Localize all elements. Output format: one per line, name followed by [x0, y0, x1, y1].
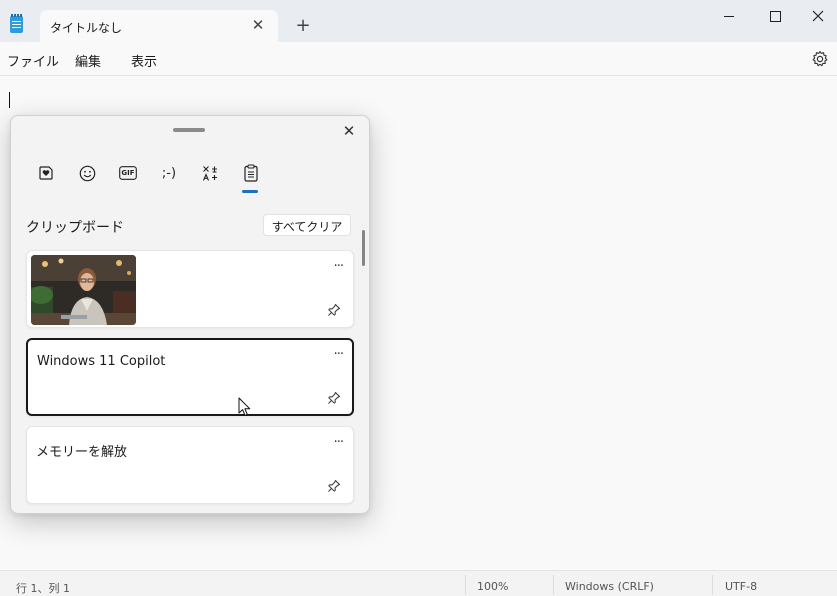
new-tab-button[interactable]: + [292, 16, 314, 38]
tab-title: タイトルなし [50, 21, 123, 35]
clear-all-button[interactable]: すべてクリア [263, 214, 351, 236]
clipboard-item-text[interactable]: メモリーを解放 ··· [26, 426, 354, 504]
menu-file[interactable]: ファイル [7, 51, 59, 70]
menu-edit[interactable]: 編集 [75, 51, 101, 70]
kaomoji-label: ;-) [161, 165, 177, 181]
status-bar: 行 1、列 1 100% Windows (CRLF) UTF-8 [0, 570, 837, 596]
more-options-icon[interactable]: ··· [334, 259, 344, 274]
status-divider [465, 575, 466, 595]
gear-icon[interactable] [811, 50, 829, 68]
status-divider [712, 575, 713, 595]
recently-used-tab[interactable] [31, 160, 61, 186]
pin-icon[interactable] [327, 303, 341, 317]
symbols-tab[interactable] [195, 160, 225, 186]
photo-image [31, 255, 136, 325]
heart-sticker-icon [39, 166, 53, 180]
cursor-position: 行 1、列 1 [16, 582, 70, 595]
mouse-pointer-icon [238, 397, 251, 416]
minimize-icon [724, 15, 734, 17]
clipboard-tab[interactable] [236, 160, 266, 186]
gif-label: GIF [121, 169, 135, 177]
minimize-button[interactable] [706, 0, 752, 32]
section-title: クリップボード [26, 220, 124, 236]
close-window-button[interactable] [798, 0, 837, 32]
more-options-icon[interactable]: ··· [334, 435, 344, 450]
emoji-tab[interactable] [72, 160, 102, 186]
maximize-button[interactable] [752, 0, 798, 32]
tab-untitled[interactable]: タイトルなし ✕ [40, 10, 278, 42]
text-caret [9, 92, 10, 108]
menu-view[interactable]: 表示 [131, 51, 157, 70]
status-divider [553, 575, 554, 595]
clipboard-flyout: ✕ GIF ;-) クリップボード すべてクリア ··· Windows 11 … [10, 115, 370, 514]
pin-icon[interactable] [327, 479, 341, 493]
kaomoji-tab[interactable]: ;-) [154, 160, 184, 186]
photo-thumbnail [31, 255, 136, 325]
menu-bar: ファイル 編集 表示 [0, 42, 837, 76]
smiley-icon [79, 165, 95, 181]
line-ending[interactable]: Windows (CRLF) [565, 580, 654, 593]
encoding[interactable]: UTF-8 [725, 580, 757, 593]
symbols-icon [202, 165, 217, 181]
close-icon[interactable]: ✕ [339, 121, 359, 141]
notepad-icon [10, 14, 23, 33]
gif-tab[interactable]: GIF [113, 160, 143, 186]
title-bar: タイトルなし ✕ + [0, 0, 837, 42]
maximize-icon [769, 10, 781, 22]
clipboard-item-text-content: メモリーを解放 [36, 445, 128, 460]
clipboard-item-image[interactable]: ··· [26, 250, 354, 328]
clipboard-item-text[interactable]: Windows 11 Copilot ··· [26, 338, 354, 416]
scrollbar[interactable] [362, 230, 365, 266]
clipboard-icon [244, 164, 258, 182]
clipboard-item-text-content: Windows 11 Copilot [37, 354, 166, 369]
more-options-icon[interactable]: ··· [334, 347, 344, 362]
selected-tab-indicator [242, 190, 258, 193]
zoom-level[interactable]: 100% [477, 580, 508, 593]
close-icon [812, 10, 823, 22]
tab-close-icon[interactable]: ✕ [248, 15, 268, 35]
pin-icon[interactable] [327, 391, 341, 405]
drag-handle[interactable] [173, 128, 205, 132]
